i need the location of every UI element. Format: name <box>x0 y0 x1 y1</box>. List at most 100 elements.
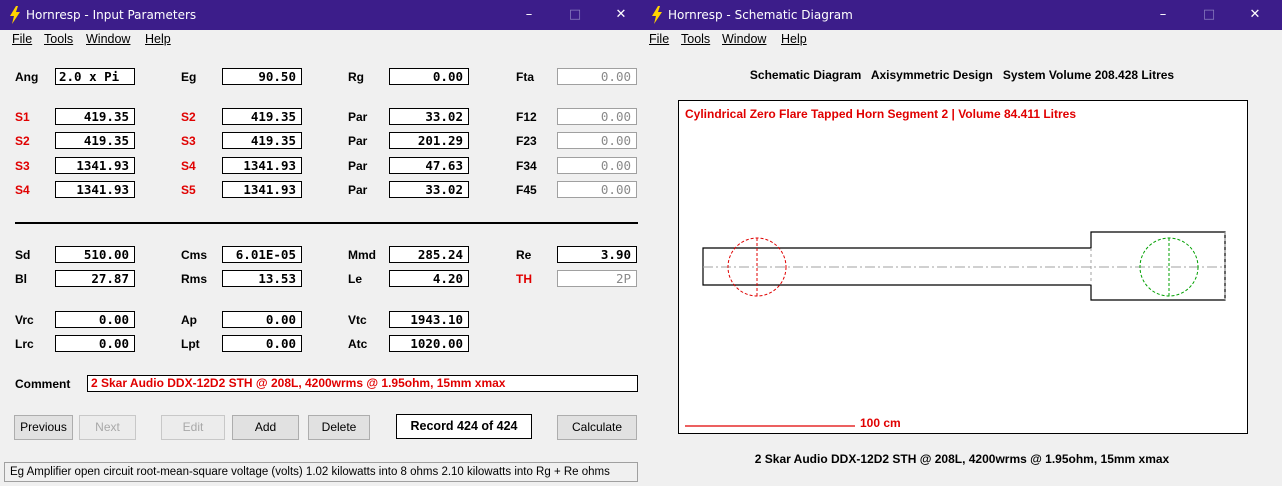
s2-field[interactable]: 419.35 <box>222 108 302 125</box>
edit-button[interactable]: Edit <box>161 415 225 440</box>
menu-help[interactable]: Help <box>145 32 171 46</box>
eg-field[interactable]: 90.50 <box>222 68 302 85</box>
section-divider <box>15 222 638 224</box>
mmd-field[interactable]: 285.24 <box>389 246 469 263</box>
schematic-footer: 2 Skar Audio DDX-12D2 STH @ 208L, 4200wr… <box>754 452 1170 466</box>
s2-field[interactable]: 419.35 <box>55 132 135 149</box>
delete-button-label: Delete <box>321 420 357 434</box>
label-f34: F34 <box>516 159 537 173</box>
cms-field[interactable]: 6.01E-05 <box>222 246 302 263</box>
menu-file[interactable]: File <box>649 32 669 46</box>
hornresp-bolt-icon <box>10 6 20 24</box>
menu-window[interactable]: Window <box>86 32 130 46</box>
menu-file-label: File <box>12 32 33 46</box>
input-window-titlebar[interactable]: Hornresp - Input Parameters – □ ✕ <box>0 0 642 30</box>
par1-field[interactable]: 33.02 <box>389 108 469 125</box>
fta-field: 0.00 <box>557 68 637 85</box>
menu-help[interactable]: Help <box>781 32 807 46</box>
le-field[interactable]: 4.20 <box>389 270 469 287</box>
label-s3: S3 <box>181 134 196 148</box>
edit-button-label: Edit <box>182 420 204 434</box>
menu-tools[interactable]: Tools <box>44 32 73 46</box>
next-button[interactable]: Next <box>79 415 136 440</box>
add-button-label: Add <box>254 420 277 434</box>
label-s1: S1 <box>15 110 30 124</box>
menu-tools[interactable]: Tools <box>681 32 710 46</box>
s4-field[interactable]: 1341.93 <box>222 157 302 174</box>
status-bar: Eg Amplifier open circuit root-mean-squa… <box>4 462 638 482</box>
menu-window[interactable]: Window <box>722 32 766 46</box>
label-par: Par <box>348 159 368 173</box>
vrc-field[interactable]: 0.00 <box>55 311 135 328</box>
calculate-button[interactable]: Calculate <box>557 415 637 440</box>
menu-tools-label: Tools <box>681 32 711 46</box>
menu-window-label: Window <box>86 32 131 46</box>
calculate-button-label: Calculate <box>571 420 623 434</box>
par4-field[interactable]: 33.02 <box>389 181 469 198</box>
schematic-canvas[interactable]: Cylindrical Zero Flare Tapped Horn Segme… <box>678 100 1248 434</box>
comment-field[interactable]: 2 Skar Audio DDX-12D2 STH @ 208L, 4200wr… <box>87 375 638 392</box>
label-lrc: Lrc <box>15 337 34 351</box>
vtc-field[interactable]: 1943.10 <box>389 311 469 328</box>
par3-field[interactable]: 47.63 <box>389 157 469 174</box>
schematic-header: Schematic Diagram Axisymmetric Design Sy… <box>749 68 1175 82</box>
label-atc: Atc <box>348 337 368 351</box>
add-button[interactable]: Add <box>232 415 299 440</box>
s3-field[interactable]: 1341.93 <box>55 157 135 174</box>
menu-tools-label: Tools <box>44 32 74 46</box>
close-button[interactable]: ✕ <box>1232 0 1278 30</box>
horn-diagram <box>685 231 1226 427</box>
maximize-button[interactable]: □ <box>552 0 598 30</box>
window-title: Hornresp - Input Parameters <box>26 8 197 22</box>
s5-field[interactable]: 1341.93 <box>222 181 302 198</box>
horn-outline <box>702 231 1226 301</box>
label-s3: S3 <box>15 159 30 173</box>
menu-window-label: Window <box>722 32 767 46</box>
schematic-window-titlebar[interactable]: Hornresp - Schematic Diagram – □ ✕ <box>642 0 1282 30</box>
label-lpt: Lpt <box>181 337 200 351</box>
label-vtc: Vtc <box>348 313 367 327</box>
f23-field: 0.00 <box>557 132 637 149</box>
label-s2: S2 <box>15 134 30 148</box>
minimize-button[interactable]: – <box>1140 0 1186 30</box>
f12-field: 0.00 <box>557 108 637 125</box>
label-re: Re <box>516 248 532 262</box>
minimize-button[interactable]: – <box>506 0 552 30</box>
s1-field[interactable]: 419.35 <box>55 108 135 125</box>
ang-field[interactable]: 2.0 x Pi <box>55 68 135 85</box>
delete-button[interactable]: Delete <box>308 415 370 440</box>
lrc-field[interactable]: 0.00 <box>55 335 135 352</box>
rms-field[interactable]: 13.53 <box>222 270 302 287</box>
maximize-button[interactable]: □ <box>1186 0 1232 30</box>
ap-field[interactable]: 0.00 <box>222 311 302 328</box>
rg-field[interactable]: 0.00 <box>389 68 469 85</box>
par2-field[interactable]: 201.29 <box>389 132 469 149</box>
s4-field[interactable]: 1341.93 <box>55 181 135 198</box>
bl-field[interactable]: 27.87 <box>55 270 135 287</box>
previous-button[interactable]: Previous <box>14 415 73 440</box>
label-fta: Fta <box>516 70 534 84</box>
menu-file-label: File <box>649 32 670 46</box>
label-par: Par <box>348 134 368 148</box>
label-le: Le <box>348 272 363 286</box>
label-rms: Rms <box>181 272 208 286</box>
menu-bar: File Tools Window Help <box>642 30 1282 50</box>
label-s5: S5 <box>181 183 196 197</box>
label-f12: F12 <box>516 110 537 124</box>
label-bl: Bl <box>15 272 27 286</box>
sd-field[interactable]: 510.00 <box>55 246 135 263</box>
lpt-field[interactable]: 0.00 <box>222 335 302 352</box>
label-sd: Sd <box>15 248 31 262</box>
close-button[interactable]: ✕ <box>598 0 642 30</box>
f34-field: 0.00 <box>557 157 637 174</box>
label-ap: Ap <box>181 313 197 327</box>
atc-field[interactable]: 1020.00 <box>389 335 469 352</box>
label-par: Par <box>348 183 368 197</box>
label-vrc: Vrc <box>15 313 34 327</box>
menu-bar: File Tools Window Help <box>0 30 642 50</box>
scale-label: 100 cm <box>860 416 901 430</box>
menu-file[interactable]: File <box>12 32 32 46</box>
s3-field[interactable]: 419.35 <box>222 132 302 149</box>
label-s4: S4 <box>15 183 30 197</box>
re-field[interactable]: 3.90 <box>557 246 637 263</box>
